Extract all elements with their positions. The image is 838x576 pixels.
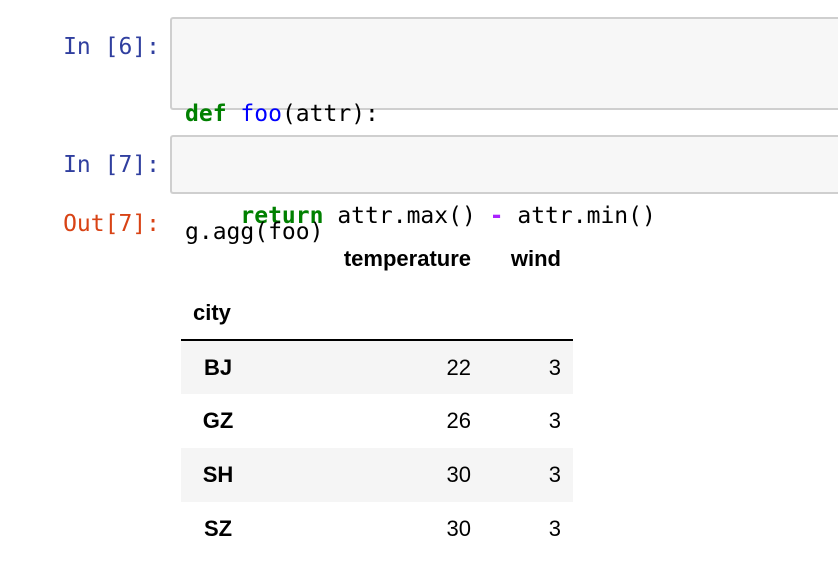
code-cell-6[interactable]: def foo(attr): return attr.max() - attr.… (170, 17, 838, 229)
blank-cell (483, 286, 573, 341)
blank-corner-cell (181, 232, 255, 286)
row-label: BJ (203, 354, 233, 380)
row-label: GZ (202, 408, 234, 433)
cell-wind: 3 (548, 408, 561, 433)
row-label: SZ (203, 516, 233, 541)
row-label: SH (202, 462, 234, 487)
code-line: def foo(attr): (185, 97, 838, 131)
column-header-row: temperature wind (181, 232, 573, 286)
code-token: (attr): (281, 101, 379, 127)
index-name-city: city (181, 286, 255, 341)
blank-cell (255, 286, 483, 341)
code-token: def (185, 101, 227, 127)
output-prompt-7: Out[7]: (63, 211, 160, 237)
input-prompt-6: In [6]: (63, 34, 160, 60)
code-cell-7[interactable]: g.agg(foo) (170, 135, 838, 245)
cell-temperature: 22 (446, 354, 471, 380)
cell-wind: 3 (548, 462, 561, 487)
cell-wind: 3 (548, 354, 561, 380)
table-row: SH 30 3 (181, 448, 573, 502)
column-header-wind: wind (510, 246, 561, 271)
output-dataframe-table: temperature wind city BJ 22 3 GZ 26 3 SH… (181, 232, 573, 556)
code-token: foo (240, 101, 282, 127)
cell-temperature: 26 (446, 408, 471, 433)
table-row: BJ 22 3 (181, 340, 573, 394)
table-row: SZ 30 3 (181, 502, 573, 556)
cell-temperature: 30 (446, 516, 471, 541)
column-header-temperature: temperature (343, 246, 471, 271)
cell-wind: 3 (548, 516, 561, 541)
table-row: GZ 26 3 (181, 394, 573, 448)
index-name-row: city (181, 286, 573, 341)
input-prompt-7: In [7]: (63, 152, 160, 178)
cell-temperature: 30 (446, 462, 471, 487)
